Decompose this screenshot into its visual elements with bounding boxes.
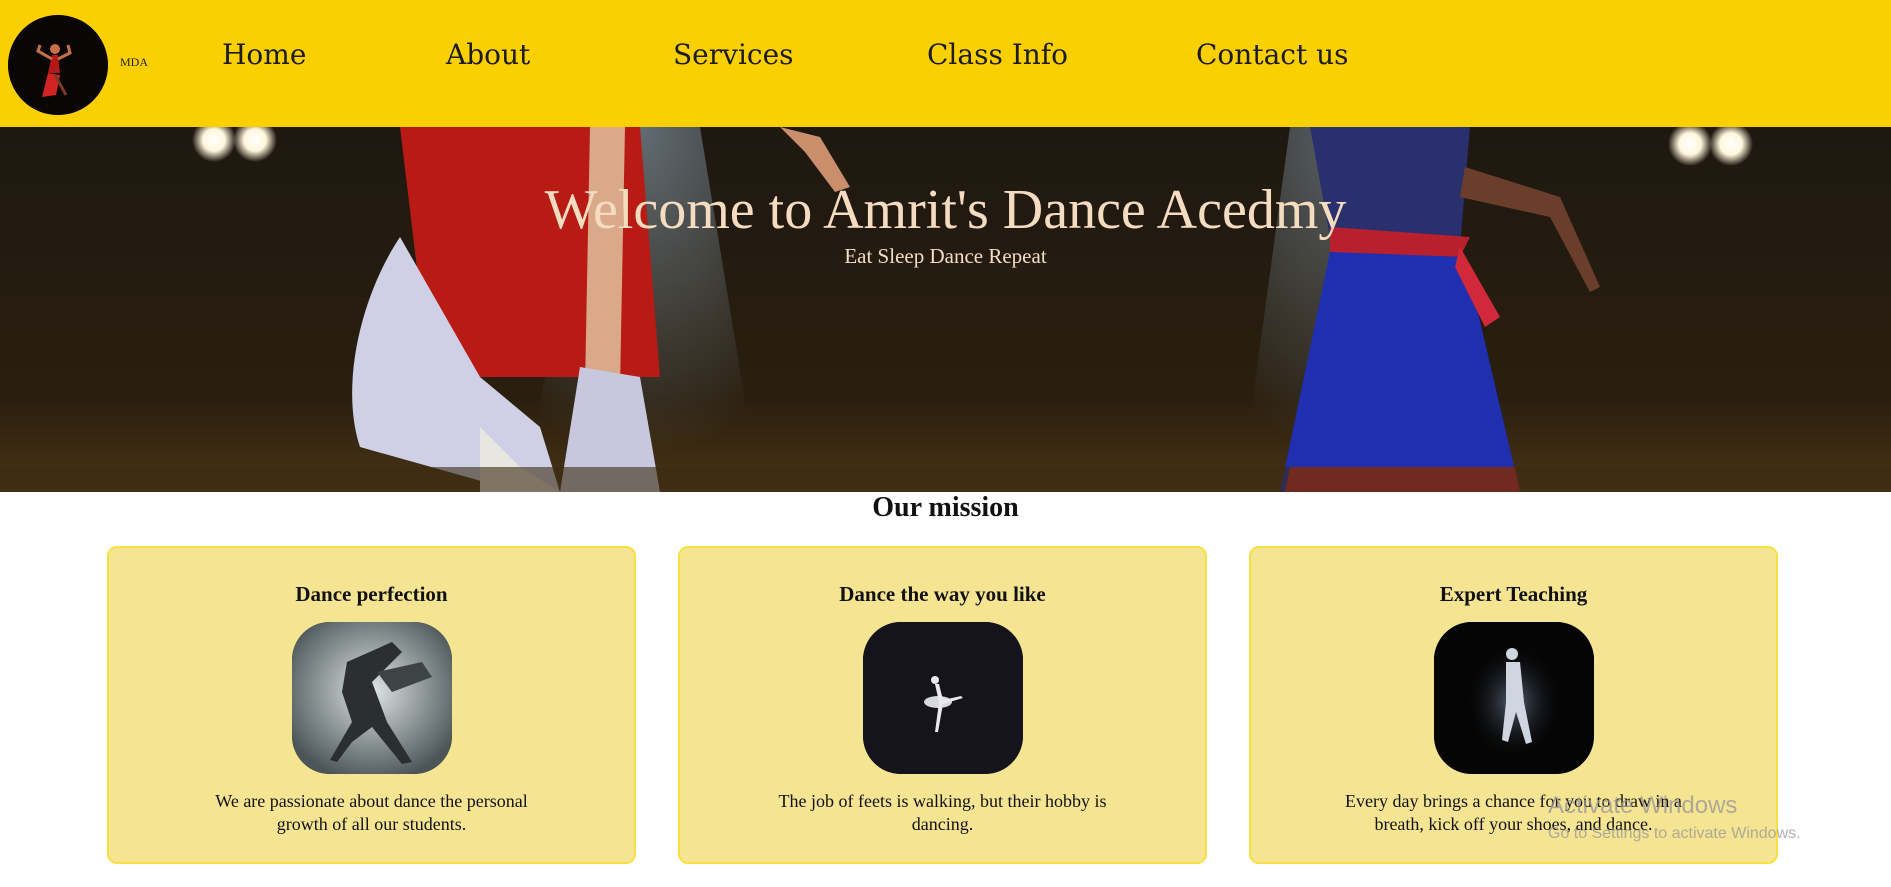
card-text: Every day brings a chance for you to dra…: [1345, 791, 1682, 834]
logo-text: MDA: [120, 55, 149, 69]
card-text: We are passionate about dance the person…: [215, 791, 528, 834]
site-header: MDA Home About Services Class Info Conta…: [0, 0, 1891, 127]
dancer-powder-image: [1433, 622, 1594, 774]
card-title: Expert Teaching: [1439, 582, 1588, 606]
nav-class-info[interactable]: Class Info: [927, 38, 1068, 71]
card-title: Dance perfection: [295, 582, 448, 606]
hero-banner: Welcome to Amrit's Dance Acedmy Eat Slee…: [0, 127, 1891, 492]
card-title: Dance the way you like: [839, 582, 1046, 606]
hero-subtitle: Eat Sleep Dance Repeat: [844, 244, 1047, 268]
ballerina-image: [862, 622, 1023, 774]
nav-home[interactable]: Home: [222, 38, 306, 71]
nav-contact-us[interactable]: Contact us: [1196, 38, 1349, 71]
card-dance-perfection: Dance perfection We are passionate about…: [107, 546, 636, 864]
nav-services[interactable]: Services: [673, 38, 794, 71]
dance-couple-image: [291, 622, 452, 774]
card-expert-teaching: Expert Teaching Every day brings a chanc…: [1249, 546, 1778, 864]
mission-title: Our mission: [872, 492, 1019, 523]
card-text: The job of feets is walking, but their h…: [778, 791, 1107, 834]
hero-title: Welcome to Amrit's Dance Acedmy: [544, 179, 1347, 241]
card-dance-the-way-you-like: Dance the way you like The job of feets …: [678, 546, 1207, 864]
logo-dancer-icon[interactable]: [8, 15, 108, 115]
nav-about[interactable]: About: [446, 38, 530, 71]
